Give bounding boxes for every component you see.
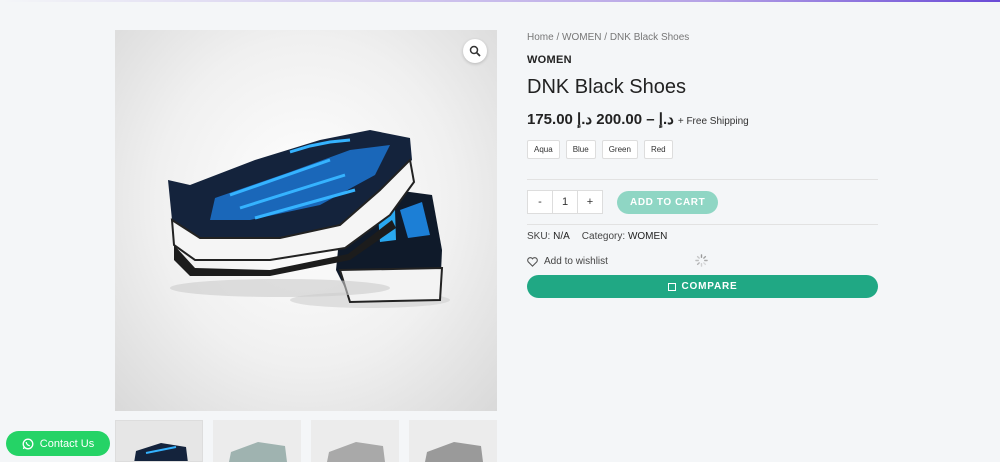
swatch-red[interactable]: Red xyxy=(643,140,673,159)
spinner-icon xyxy=(695,254,708,267)
breadcrumb: Home / WOMEN / DNK Black Shoes xyxy=(527,32,878,43)
thumbnail-gallery xyxy=(115,420,497,462)
quantity-plus-button[interactable]: + xyxy=(578,191,602,213)
product-meta: SKU: N/A Category: WOMEN xyxy=(527,231,878,242)
thumbnail-shoe-image xyxy=(327,442,385,462)
sku-label: SKU: xyxy=(527,231,551,242)
sku: SKU: N/A xyxy=(527,231,570,242)
quantity-stepper: - 1 + xyxy=(527,190,603,214)
thumbnail-shoe-image xyxy=(229,442,287,462)
contact-label: Contact Us xyxy=(39,437,95,450)
shoe-image xyxy=(168,130,450,308)
breadcrumb-current: DNK Black Shoes xyxy=(609,32,690,43)
thumbnail-3[interactable] xyxy=(311,420,399,462)
thumbnail-shoe-image xyxy=(134,443,188,461)
compare-label: COMPARE xyxy=(681,281,738,292)
shipping-note: + Free Shipping xyxy=(677,116,749,127)
product-summary: Home / WOMEN / DNK Black Shoes WOMEN DNK… xyxy=(527,30,878,298)
color-swatches: Aqua Blue Green Red xyxy=(527,140,878,159)
breadcrumb-separator: / xyxy=(553,32,563,43)
category-label: Category: xyxy=(581,231,626,242)
heart-icon xyxy=(527,256,538,267)
divider xyxy=(527,224,878,225)
quantity-input[interactable]: 1 xyxy=(552,191,578,213)
wishlist-link[interactable]: Add to wishlist xyxy=(527,254,878,267)
compare-button[interactable]: COMPARE xyxy=(527,275,878,298)
square-icon xyxy=(667,282,676,291)
price-range: 175.00 د.إ – 200.00 د.إ xyxy=(527,111,674,128)
breadcrumb-home[interactable]: Home xyxy=(527,32,554,43)
sku-value: N/A xyxy=(553,231,570,242)
cart-row: - 1 + ADD TO CART xyxy=(527,190,878,214)
thumbnail-1[interactable] xyxy=(115,420,203,462)
magnifier-icon xyxy=(469,45,481,57)
category-link[interactable]: WOMEN xyxy=(628,231,667,242)
breadcrumb-category[interactable]: WOMEN xyxy=(562,32,601,43)
price-row: 175.00 د.إ – 200.00 د.إ + Free Shipping xyxy=(527,110,878,128)
thumbnail-4[interactable] xyxy=(409,420,497,462)
wishlist-label: Add to wishlist xyxy=(544,256,608,267)
breadcrumb-separator: / xyxy=(601,32,610,43)
thumbnail-shoe-image xyxy=(425,442,483,462)
swatch-aqua[interactable]: Aqua xyxy=(527,140,560,159)
swatch-blue[interactable]: Blue xyxy=(565,140,596,159)
thumbnail-2[interactable] xyxy=(213,420,301,462)
zoom-button[interactable] xyxy=(463,39,487,63)
product-title: DNK Black Shoes xyxy=(527,76,686,98)
swatch-green[interactable]: Green xyxy=(601,140,638,159)
add-to-cart-button[interactable]: ADD TO CART xyxy=(617,190,719,214)
quantity-minus-button[interactable]: - xyxy=(528,191,552,213)
whatsapp-icon xyxy=(22,438,34,449)
category-tag[interactable]: WOMEN xyxy=(527,54,878,66)
top-accent-line xyxy=(0,0,1000,2)
divider xyxy=(527,179,878,180)
category: Category: WOMEN xyxy=(582,231,668,242)
contact-us-button[interactable]: Contact Us xyxy=(6,431,110,456)
